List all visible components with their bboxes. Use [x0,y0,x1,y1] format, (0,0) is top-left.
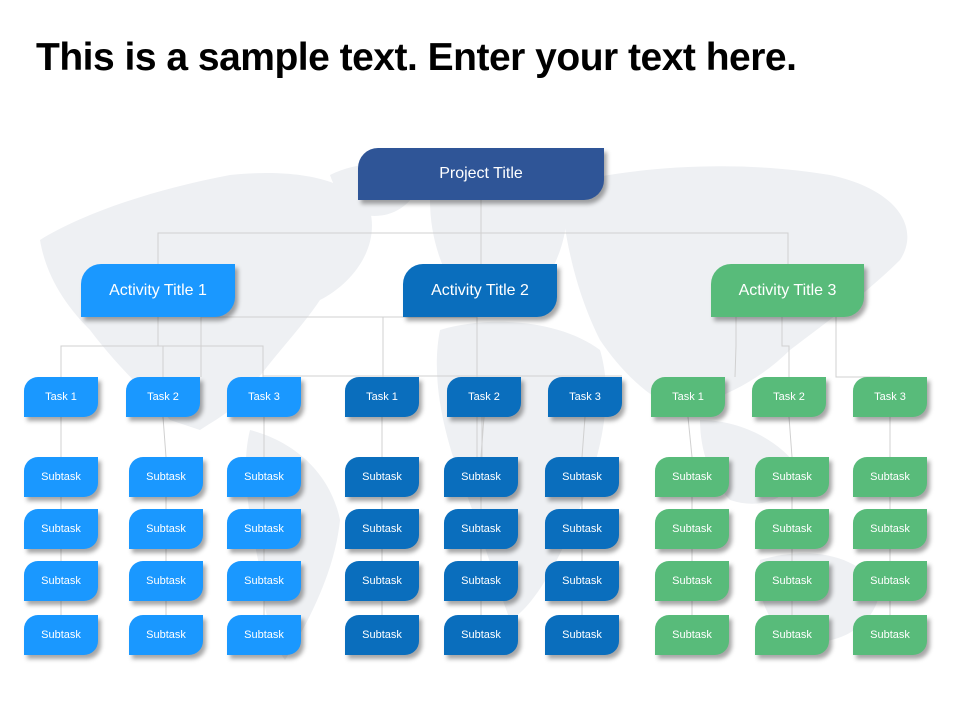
subtask-box-1-1-3-label: Subtask [41,575,81,587]
subtask-box-1-2-1[interactable]: Subtask [129,457,203,497]
subtask-box-2-2-3-label: Subtask [461,575,501,587]
subtask-box-3-1-3[interactable]: Subtask [655,561,729,601]
activity-box-2[interactable]: Activity Title 2 [403,264,557,317]
subtask-box-3-1-3-label: Subtask [672,575,712,587]
subtask-box-3-1-1[interactable]: Subtask [655,457,729,497]
subtask-box-2-2-4-label: Subtask [461,629,501,641]
subtask-box-2-3-1[interactable]: Subtask [545,457,619,497]
subtask-box-2-2-4[interactable]: Subtask [444,615,518,655]
task-box-1-3[interactable]: Task 3 [227,377,301,417]
subtask-box-2-3-4-label: Subtask [562,629,602,641]
task-box-2-2[interactable]: Task 2 [447,377,521,417]
subtask-box-2-2-1-label: Subtask [461,471,501,483]
subtask-box-2-2-1[interactable]: Subtask [444,457,518,497]
subtask-box-2-1-4-label: Subtask [362,629,402,641]
subtask-box-3-2-4-label: Subtask [772,629,812,641]
subtask-box-1-3-3[interactable]: Subtask [227,561,301,601]
subtask-box-1-2-2-label: Subtask [146,523,186,535]
activity-box-3[interactable]: Activity Title 3 [711,264,864,317]
activity-box-1-label: Activity Title 1 [109,281,207,299]
subtask-box-3-2-3-label: Subtask [772,575,812,587]
subtask-box-1-2-2[interactable]: Subtask [129,509,203,549]
subtask-box-1-1-2-label: Subtask [41,523,81,535]
subtask-box-2-3-1-label: Subtask [562,471,602,483]
subtask-box-2-1-2[interactable]: Subtask [345,509,419,549]
subtask-box-1-2-1-label: Subtask [146,471,186,483]
subtask-box-1-1-4-label: Subtask [41,629,81,641]
subtask-box-3-3-2[interactable]: Subtask [853,509,927,549]
subtask-box-1-2-3-label: Subtask [146,575,186,587]
task-box-2-3[interactable]: Task 3 [548,377,622,417]
subtask-box-3-3-3-label: Subtask [870,575,910,587]
subtask-box-1-2-4-label: Subtask [146,629,186,641]
subtask-box-2-2-2-label: Subtask [461,523,501,535]
subtask-box-1-1-3[interactable]: Subtask [24,561,98,601]
subtask-box-3-3-3[interactable]: Subtask [853,561,927,601]
subtask-box-1-3-1-label: Subtask [244,471,284,483]
task-box-3-1[interactable]: Task 1 [651,377,725,417]
subtask-box-3-2-1[interactable]: Subtask [755,457,829,497]
world-map-background [40,164,908,660]
subtask-box-1-1-4[interactable]: Subtask [24,615,98,655]
subtask-box-1-3-2[interactable]: Subtask [227,509,301,549]
subtask-box-2-2-2[interactable]: Subtask [444,509,518,549]
task-box-2-2-label: Task 2 [468,391,500,403]
subtask-box-1-1-1[interactable]: Subtask [24,457,98,497]
subtask-box-1-1-1-label: Subtask [41,471,81,483]
task-box-2-3-label: Task 3 [569,391,601,403]
subtask-box-2-2-3[interactable]: Subtask [444,561,518,601]
task-box-3-2-label: Task 2 [773,391,805,403]
task-box-3-3[interactable]: Task 3 [853,377,927,417]
task-box-3-1-label: Task 1 [672,391,704,403]
subtask-box-1-3-2-label: Subtask [244,523,284,535]
subtask-box-3-2-3[interactable]: Subtask [755,561,829,601]
subtask-box-3-1-2-label: Subtask [672,523,712,535]
task-box-1-1[interactable]: Task 1 [24,377,98,417]
subtask-box-3-3-1[interactable]: Subtask [853,457,927,497]
subtask-box-2-1-3-label: Subtask [362,575,402,587]
subtask-box-2-3-4[interactable]: Subtask [545,615,619,655]
subtask-box-3-1-4-label: Subtask [672,629,712,641]
activity-box-2-label: Activity Title 2 [431,281,529,299]
subtask-box-2-3-2-label: Subtask [562,523,602,535]
subtask-box-3-2-1-label: Subtask [772,471,812,483]
activity-box-3-label: Activity Title 3 [738,281,837,299]
subtask-box-1-3-4-label: Subtask [244,629,284,641]
subtask-box-1-1-2[interactable]: Subtask [24,509,98,549]
subtask-box-1-3-4[interactable]: Subtask [227,615,301,655]
subtask-box-3-2-2[interactable]: Subtask [755,509,829,549]
project-title-box-label: Project Title [439,165,523,182]
subtask-box-3-2-2-label: Subtask [772,523,812,535]
subtask-box-2-1-1-label: Subtask [362,471,402,483]
subtask-box-3-3-4-label: Subtask [870,629,910,641]
subtask-box-2-3-2[interactable]: Subtask [545,509,619,549]
subtask-box-3-1-1-label: Subtask [672,471,712,483]
task-box-2-1-label: Task 1 [366,391,398,403]
task-box-1-2[interactable]: Task 2 [126,377,200,417]
subtask-box-2-1-1[interactable]: Subtask [345,457,419,497]
subtask-box-1-2-4[interactable]: Subtask [129,615,203,655]
task-box-2-1[interactable]: Task 1 [345,377,419,417]
subtask-box-3-3-4[interactable]: Subtask [853,615,927,655]
subtask-box-3-3-1-label: Subtask [870,471,910,483]
subtask-box-1-2-3[interactable]: Subtask [129,561,203,601]
subtask-box-2-3-3[interactable]: Subtask [545,561,619,601]
subtask-box-1-3-1[interactable]: Subtask [227,457,301,497]
subtask-box-3-3-2-label: Subtask [870,523,910,535]
subtask-box-2-3-3-label: Subtask [562,575,602,587]
subtask-box-3-1-2[interactable]: Subtask [655,509,729,549]
project-title-box[interactable]: Project Title [358,148,604,200]
subtask-box-2-1-2-label: Subtask [362,523,402,535]
subtask-box-3-1-4[interactable]: Subtask [655,615,729,655]
task-box-3-2[interactable]: Task 2 [752,377,826,417]
task-box-3-3-label: Task 3 [874,391,906,403]
subtask-box-2-1-3[interactable]: Subtask [345,561,419,601]
task-box-1-2-label: Task 2 [147,391,179,403]
subtask-box-3-2-4[interactable]: Subtask [755,615,829,655]
activity-box-1[interactable]: Activity Title 1 [81,264,235,317]
task-box-1-1-label: Task 1 [45,391,77,403]
subtask-box-1-3-3-label: Subtask [244,575,284,587]
task-box-1-3-label: Task 3 [248,391,280,403]
subtask-box-2-1-4[interactable]: Subtask [345,615,419,655]
